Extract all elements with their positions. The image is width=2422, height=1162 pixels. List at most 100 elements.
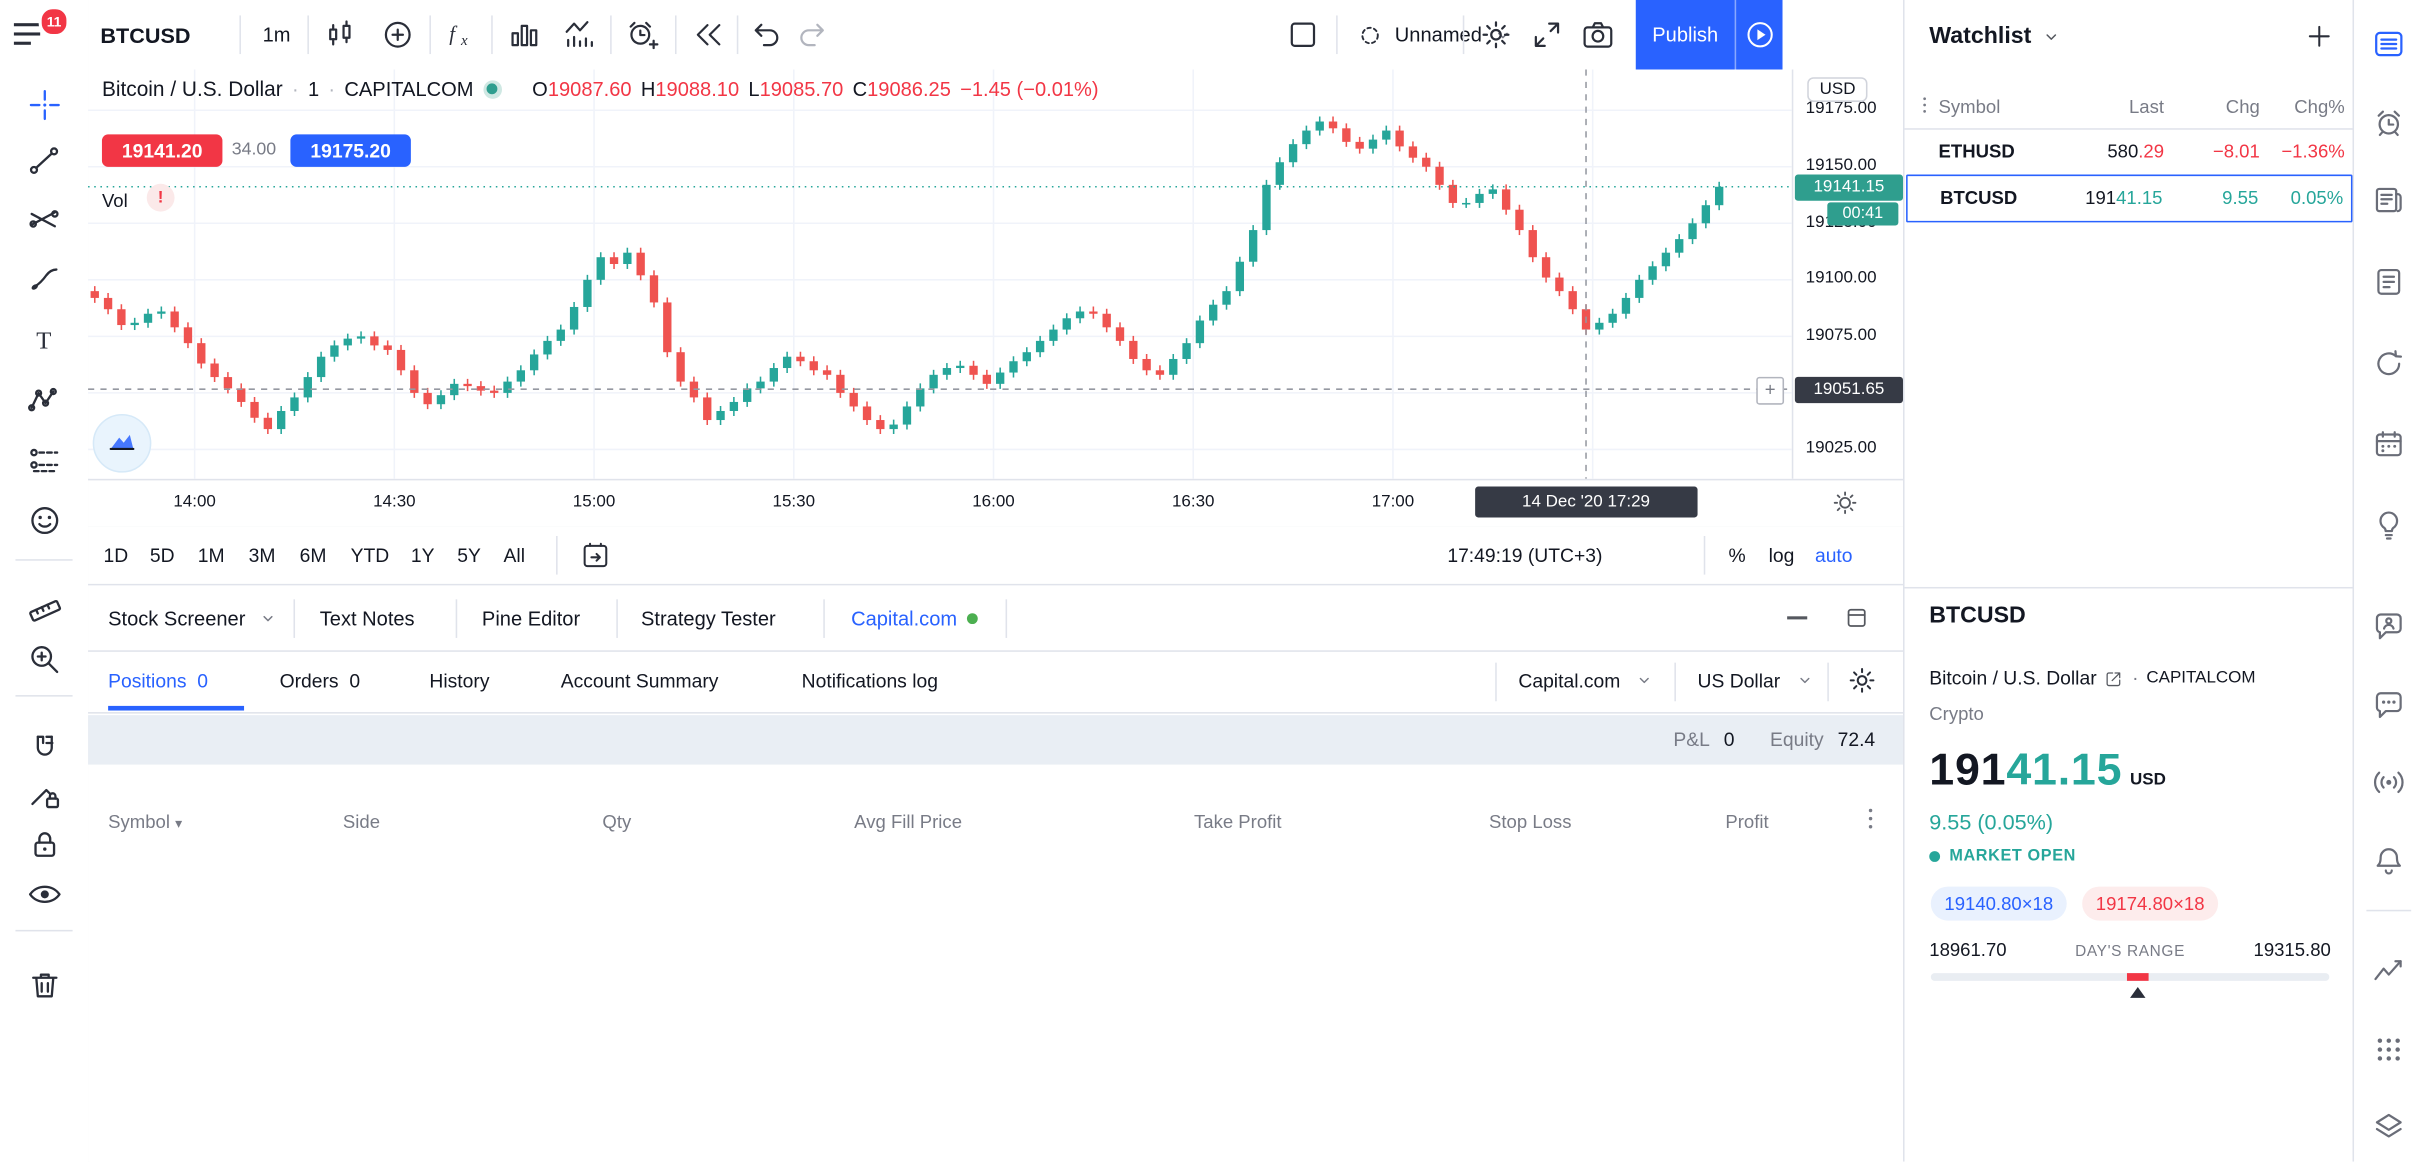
col-profit[interactable]: Profit [1725, 811, 1768, 833]
sell-price-button[interactable]: 19141.20 [102, 134, 222, 166]
prediction-tool-icon[interactable] [26, 442, 63, 479]
calendar-icon[interactable] [2371, 426, 2407, 462]
zoom-in-tool-icon[interactable] [26, 641, 63, 678]
percent-scale-button[interactable]: % [1728, 527, 1745, 584]
indicator-templates-icon[interactable] [562, 17, 598, 53]
col-symbol[interactable]: Symbol ▾ [108, 811, 182, 833]
market-activity-icon[interactable] [2371, 955, 2407, 991]
bar-replay-icon[interactable] [690, 17, 726, 53]
range-1m[interactable]: 1M [198, 527, 225, 584]
col-avg-fill-price[interactable]: Avg Fill Price [854, 811, 962, 833]
compare-icon[interactable] [380, 17, 416, 53]
snapshot-icon[interactable] [1580, 17, 1616, 53]
col-stop-loss[interactable]: Stop Loss [1489, 811, 1571, 833]
volume-study-label[interactable]: Vol [102, 190, 128, 212]
candlestick-chart[interactable] [88, 70, 1792, 479]
notes-icon[interactable] [2371, 264, 2407, 300]
symbol-search-button[interactable]: BTCUSD [100, 0, 190, 70]
volume-error-icon[interactable]: ! [147, 184, 175, 212]
redo-icon[interactable] [794, 17, 830, 53]
column-drag-icon[interactable] [1914, 94, 1936, 116]
emoji-tool-icon[interactable] [26, 502, 63, 539]
layout-select-icon[interactable] [1285, 17, 1321, 53]
tab-pine-editor[interactable]: Pine Editor [482, 585, 580, 650]
watchlist-icon[interactable] [2371, 26, 2407, 62]
detail-description[interactable]: Bitcoin / U.S. Dollar [1929, 667, 2096, 689]
templates-icon[interactable] [507, 17, 543, 53]
measure-tool-icon[interactable] [26, 587, 63, 624]
range-3m[interactable]: 3M [249, 527, 276, 584]
timezone-icon[interactable] [1830, 488, 1859, 517]
news-icon[interactable] [2371, 182, 2407, 218]
lock-all-drawings-icon[interactable] [26, 826, 63, 863]
gann-fib-tool-icon[interactable] [26, 201, 63, 238]
public-chat-icon[interactable] [2371, 609, 2407, 645]
ideas-icon[interactable] [2371, 507, 2407, 543]
minimize-panel-icon[interactable] [1787, 616, 1807, 619]
chart-style-icon[interactable] [323, 17, 359, 53]
object-tree-icon[interactable] [2371, 1109, 2407, 1145]
tab-trading-capitalcom[interactable]: Capital.com [851, 585, 977, 650]
range-1y[interactable]: 1Y [411, 527, 435, 584]
range-6m[interactable]: 6M [300, 527, 327, 584]
nav-notifications-log[interactable]: Notifications log [802, 650, 938, 710]
currency-axis-button[interactable]: USD [1807, 77, 1868, 102]
nav-positions[interactable]: Positions0 [108, 650, 208, 710]
trend-line-tool-icon[interactable] [26, 142, 63, 179]
table-options-kebab-icon[interactable] [1857, 805, 1885, 833]
auto-scale-button[interactable]: auto [1815, 527, 1853, 584]
external-link-icon[interactable] [2104, 668, 2124, 688]
bid-pill[interactable]: 19140.80×18 [1931, 887, 2067, 921]
tab-strategy-tester[interactable]: Strategy Tester [641, 585, 776, 650]
price-axis[interactable]: 19025.0019050.0019075.0019100.0019125.00… [1792, 70, 1905, 479]
crosshair-tool-icon[interactable] [26, 86, 63, 123]
live-stream-icon[interactable] [1736, 19, 1782, 51]
wl-col-last[interactable]: Last [2129, 96, 2164, 118]
text-tool-icon[interactable] [26, 321, 63, 358]
undo-icon[interactable] [749, 17, 785, 53]
watchlist-row-btcusd-selected[interactable]: BTCUSD 19141.15 9.55 0.05% [1906, 175, 2352, 223]
broker-select[interactable]: Capital.com [1518, 650, 1655, 710]
wl-col-symbol[interactable]: Symbol [1939, 96, 2001, 118]
magnet-tool-icon[interactable] [26, 731, 63, 768]
pattern-tool-icon[interactable] [26, 382, 63, 419]
ask-pill[interactable]: 19174.80×18 [2082, 887, 2218, 921]
symbol-title[interactable]: Bitcoin / U.S. Dollar [102, 77, 283, 100]
buy-price-button[interactable]: 19175.20 [290, 134, 410, 166]
private-chat-icon[interactable] [2371, 687, 2407, 723]
wl-col-chg[interactable]: Chg [2226, 96, 2260, 118]
publish-button[interactable]: Publish [1636, 23, 1735, 46]
add-symbol-plus-icon[interactable] [2303, 20, 2335, 52]
watchlist-title-button[interactable]: Watchlist [1929, 23, 2064, 49]
account-currency-select[interactable]: US Dollar [1698, 650, 1816, 710]
range-1d[interactable]: 1D [103, 527, 128, 584]
col-take-profit[interactable]: Take Profit [1194, 811, 1282, 833]
log-scale-button[interactable]: log [1769, 527, 1795, 584]
chart-settings-icon[interactable] [1478, 17, 1514, 53]
go-to-date-icon[interactable] [579, 539, 611, 571]
nav-orders[interactable]: Orders0 [280, 650, 361, 710]
nav-account-summary[interactable]: Account Summary [561, 650, 719, 710]
drawing-lock-icon[interactable] [26, 777, 63, 814]
chart-pane[interactable]: Bitcoin / U.S. Dollar · 1 · CAPITALCOM O… [88, 70, 1903, 479]
time-axis[interactable]: 17:0016:3016:0015:3015:0014:3014:00 14 D… [88, 479, 1903, 528]
indicators-icon[interactable] [443, 17, 479, 53]
maximize-panel-icon[interactable] [1843, 604, 1871, 632]
add-alert-plus-icon[interactable]: + [1756, 377, 1784, 405]
nav-history[interactable]: History [429, 650, 489, 710]
broker-logo[interactable] [93, 414, 152, 473]
col-qty[interactable]: Qty [602, 811, 631, 833]
fullscreen-icon[interactable] [1529, 17, 1565, 53]
apps-grid-icon[interactable] [2371, 1032, 2407, 1068]
trading-settings-icon[interactable] [1846, 664, 1878, 696]
watchlist-row-ethusd[interactable]: ETHUSD 580.29 −8.01 −1.36% [1905, 128, 2354, 174]
clock-label[interactable]: 17:49:19 (UTC+3) [1447, 527, 1602, 584]
tab-stock-screener[interactable]: Stock Screener [108, 585, 279, 650]
hide-all-drawings-icon[interactable] [26, 876, 63, 913]
alerts-icon[interactable] [2371, 105, 2407, 141]
col-side[interactable]: Side [343, 811, 380, 833]
range-all[interactable]: All [504, 527, 525, 584]
streams-icon[interactable] [2371, 765, 2407, 801]
range-5d[interactable]: 5D [150, 527, 175, 584]
main-menu-button[interactable]: 11 [14, 15, 54, 55]
